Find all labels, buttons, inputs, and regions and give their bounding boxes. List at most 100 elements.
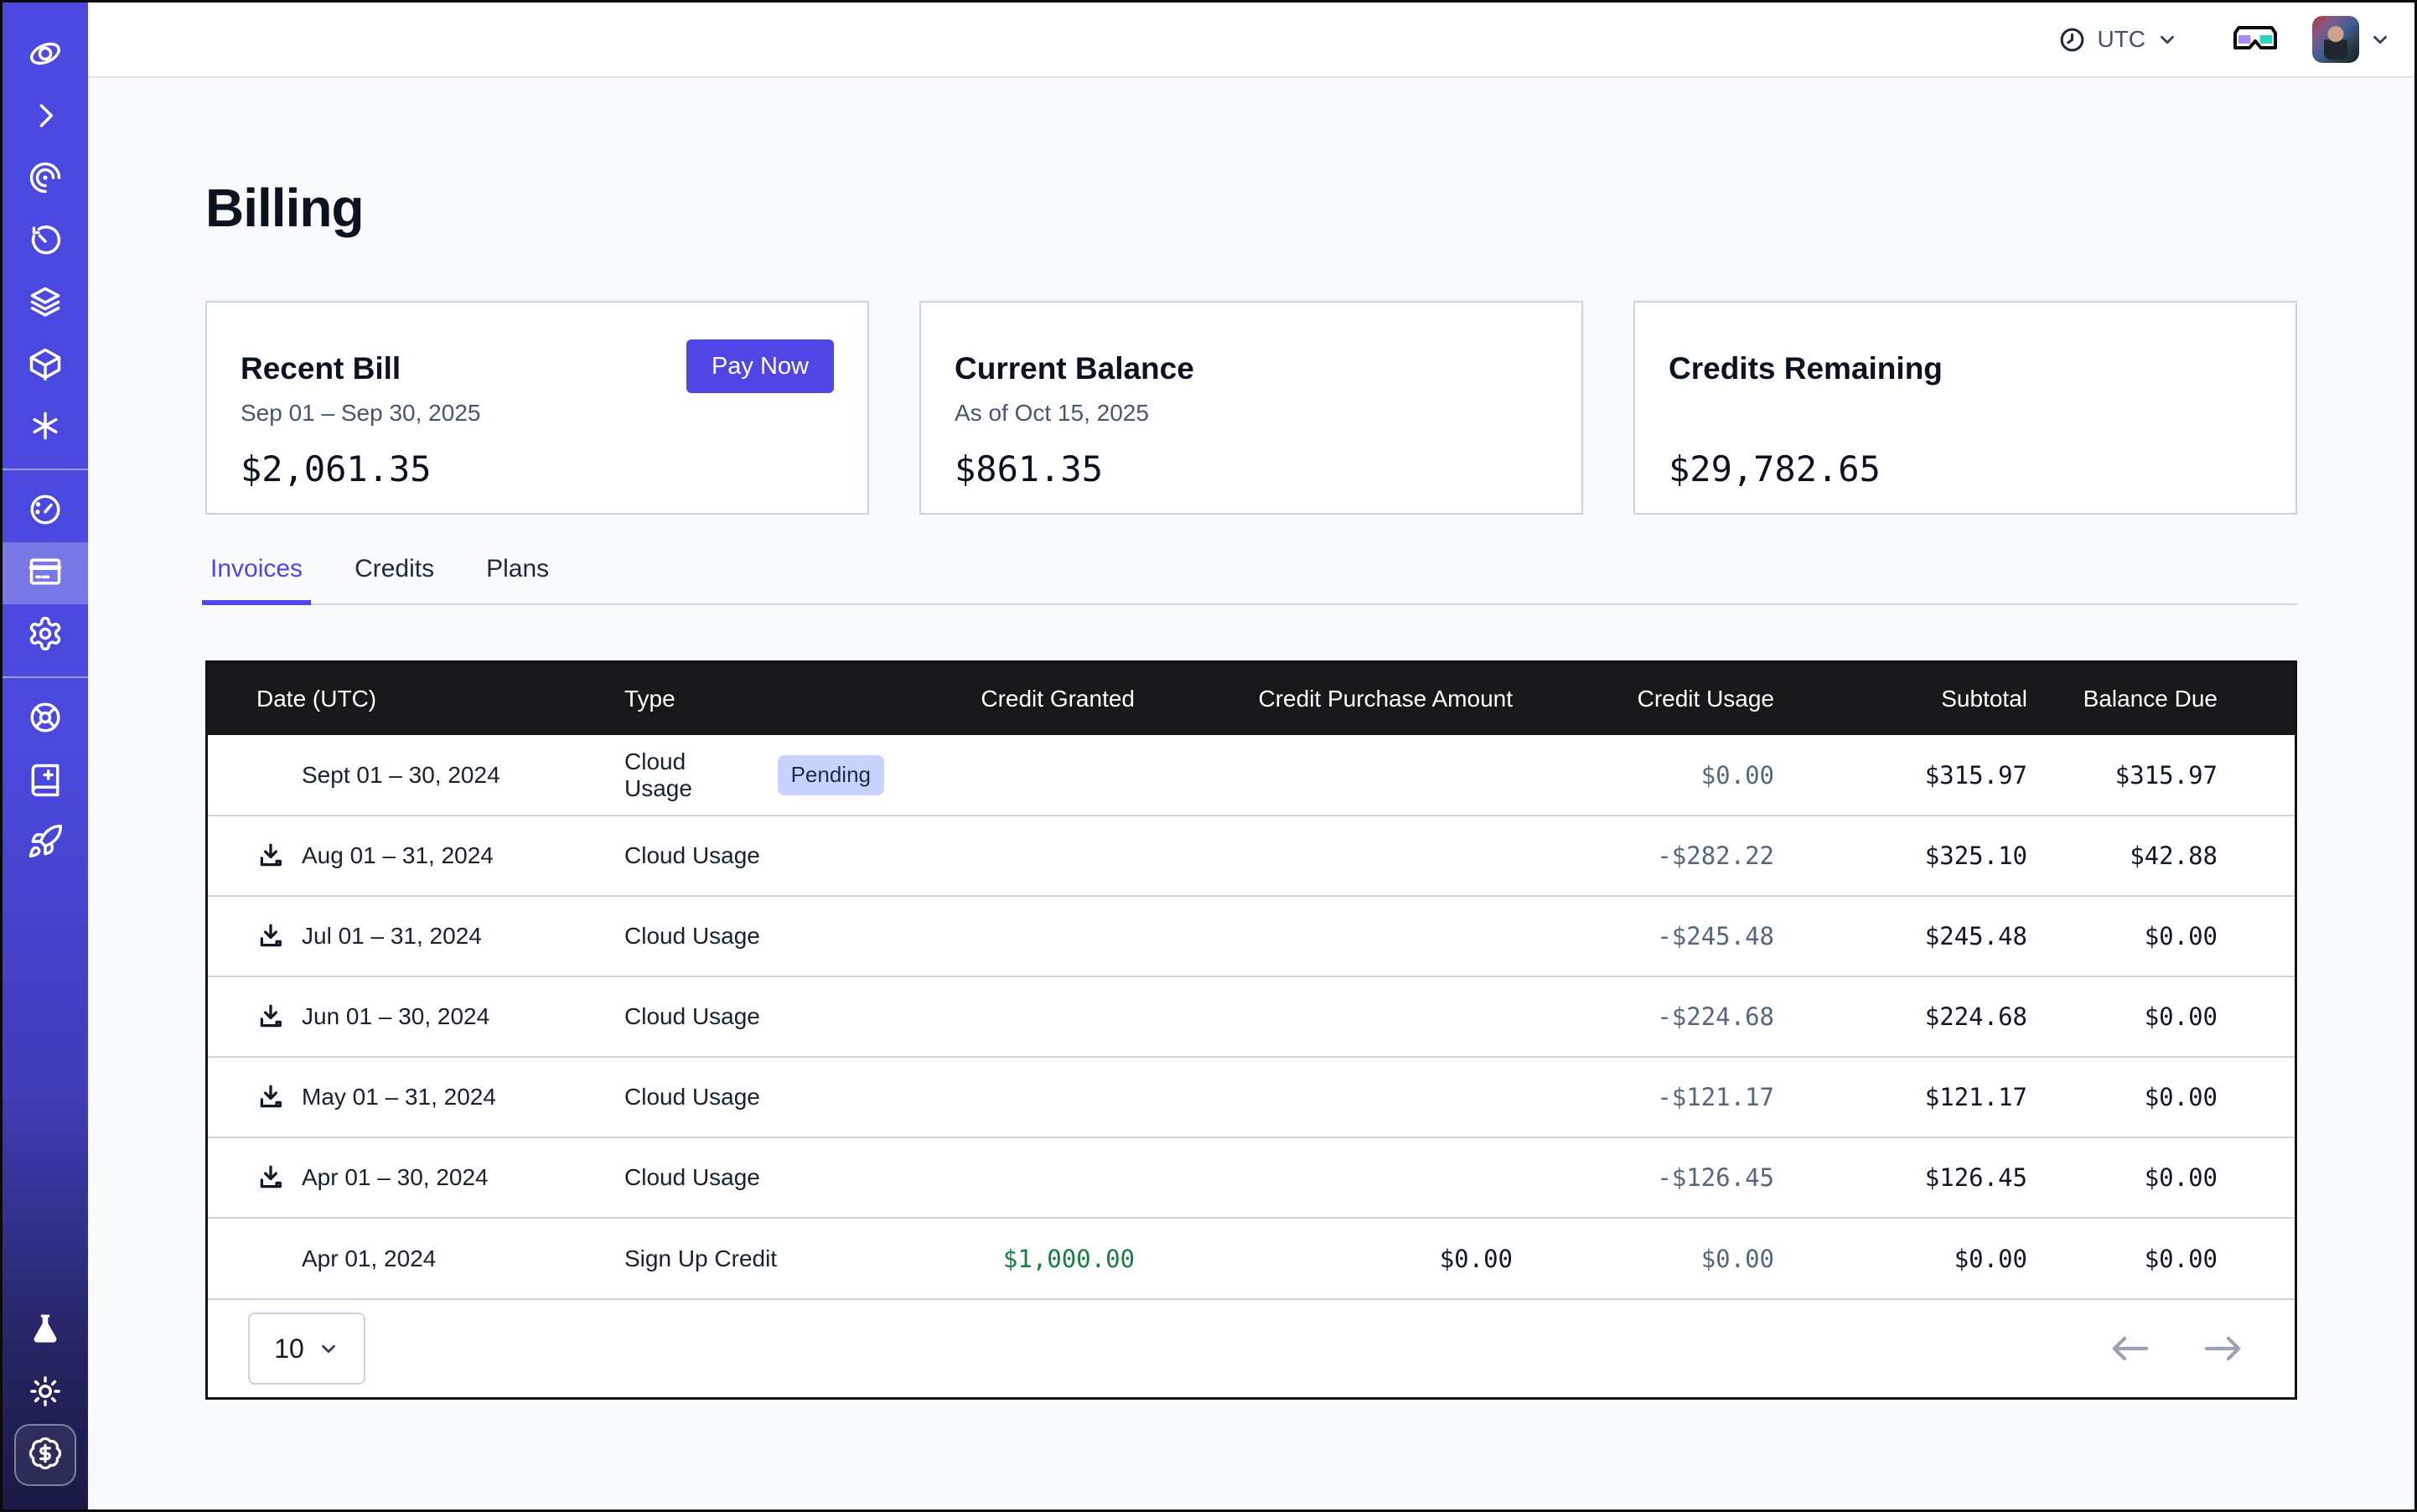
book-sparkle-icon <box>27 761 64 802</box>
invoice-type: Cloud Usage <box>624 923 760 950</box>
sidebar-item-rocket[interactable] <box>3 812 88 874</box>
card-title: Credits Remaining <box>1669 351 2262 386</box>
invoice-date: Jul 01 – 31, 2024 <box>302 923 482 950</box>
3d-glasses-icon <box>2232 23 2279 55</box>
page-title: Billing <box>205 177 2297 239</box>
sidebar-divider <box>3 676 88 678</box>
credit-purchase-value <box>1135 896 1513 976</box>
download-invoice-icon[interactable] <box>256 1163 285 1192</box>
arrow-right-icon[interactable] <box>2201 1333 2244 1364</box>
invoices-table: Date (UTC) Type Credit Granted Credit Pu… <box>205 660 2297 1400</box>
credit-granted-value <box>884 976 1135 1057</box>
col-credit-usage: Credit Usage <box>1513 663 1774 735</box>
credit-purchase-value: $0.00 <box>1135 1218 1513 1298</box>
clock-icon <box>2058 26 2086 54</box>
credit-usage-value: -$282.22 <box>1513 816 1774 896</box>
current-balance-amount: $861.35 <box>955 448 1548 489</box>
invoice-date: Apr 01 – 30, 2024 <box>302 1164 489 1191</box>
sidebar-item-asterisk[interactable] <box>3 396 88 458</box>
sidebar-item-layers[interactable] <box>3 272 88 334</box>
sidebar-item-billing[interactable] <box>3 542 88 604</box>
balance-due-value: $0.00 <box>2027 896 2295 976</box>
billing-screen: UTC Billing Recent Bill Sep 01 – Sep 30,… <box>0 0 2417 1512</box>
timezone-selector[interactable]: UTC <box>2058 26 2178 54</box>
timezone-label: UTC <box>2097 26 2145 53</box>
invoice-table-body: Sept 01 – 30, 2024 Cloud Usage Pending $… <box>208 735 2295 1298</box>
credit-granted-value <box>884 816 1135 896</box>
orbit-logo-icon <box>27 35 64 76</box>
tab-plans[interactable]: Plans <box>481 555 554 603</box>
page-size-select[interactable]: 10 <box>248 1313 365 1385</box>
credit-usage-value: -$245.48 <box>1513 896 1774 976</box>
invoice-type: Cloud Usage <box>624 1003 760 1030</box>
table-row: Aug 01 – 31, 2024 Cloud Usage -$282.22 $… <box>208 816 2295 896</box>
main-area: UTC Billing Recent Bill Sep 01 – Sep 30,… <box>88 3 2414 1509</box>
sidebar-logo[interactable] <box>3 24 88 86</box>
timer-icon <box>27 221 64 262</box>
sidebar-item-scan[interactable] <box>3 148 88 210</box>
flask-icon <box>27 1311 64 1352</box>
credit-granted-value: $1,000.00 <box>884 1218 1135 1298</box>
subtotal-value: $126.45 <box>1774 1137 2027 1218</box>
balance-due-value: $0.00 <box>2027 1137 2295 1218</box>
chevron-right-icon <box>27 97 64 138</box>
status-badge: Pending <box>778 755 884 795</box>
subtotal-value: $325.10 <box>1774 816 2027 896</box>
download-invoice-icon[interactable] <box>256 841 285 870</box>
gear-icon <box>27 615 64 656</box>
sidebar <box>3 3 88 1509</box>
sidebar-item-credits-badge[interactable] <box>14 1424 76 1486</box>
sidebar-item-usage[interactable] <box>3 480 88 542</box>
summary-cards: Recent Bill Sep 01 – Sep 30, 2025 $2,061… <box>205 301 2297 515</box>
chevron-down-icon <box>2156 28 2178 50</box>
download-invoice-icon[interactable] <box>256 1083 285 1111</box>
chevron-down-icon <box>318 1338 339 1359</box>
invoice-type: Cloud Usage <box>624 748 759 802</box>
credits-remaining-amount: $29,782.65 <box>1669 448 2262 489</box>
subtotal-value: $121.17 <box>1774 1057 2027 1137</box>
credit-usage-value: $0.00 <box>1513 1218 1774 1298</box>
view-mode-button[interactable] <box>2232 23 2279 55</box>
sidebar-item-docs[interactable] <box>3 750 88 812</box>
asterisk-icon <box>27 407 64 448</box>
card-subtitle: Sep 01 – Sep 30, 2025 <box>241 400 834 428</box>
credit-granted-value <box>884 896 1135 976</box>
balance-due-value: $42.88 <box>2027 816 2295 896</box>
sidebar-item-helm[interactable] <box>3 688 88 750</box>
credit-purchase-value <box>1135 735 1513 816</box>
col-balance-due: Balance Due <box>2027 663 2295 735</box>
credit-purchase-value <box>1135 1057 1513 1137</box>
recent-bill-amount: $2,061.35 <box>241 448 834 489</box>
col-subtotal: Subtotal <box>1774 663 2027 735</box>
download-invoice-icon[interactable] <box>256 922 285 950</box>
credit-purchase-value <box>1135 1137 1513 1218</box>
sidebar-item-theme[interactable] <box>3 1362 88 1424</box>
invoice-date: Apr 01, 2024 <box>302 1245 436 1272</box>
tab-credits[interactable]: Credits <box>349 555 439 603</box>
avatar[interactable] <box>2312 16 2359 63</box>
subtotal-value: $245.48 <box>1774 896 2027 976</box>
tab-invoices[interactable]: Invoices <box>205 555 308 603</box>
spiral-scan-icon <box>27 159 64 200</box>
sidebar-item-cube[interactable] <box>3 334 88 396</box>
recent-bill-card: Recent Bill Sep 01 – Sep 30, 2025 $2,061… <box>205 301 869 515</box>
pay-now-button[interactable]: Pay Now <box>686 339 834 393</box>
invoice-type: Cloud Usage <box>624 1084 760 1111</box>
sidebar-item-timer[interactable] <box>3 210 88 272</box>
page-size-value: 10 <box>274 1333 304 1364</box>
chevron-down-icon[interactable] <box>2369 28 2391 50</box>
sidebar-item-settings[interactable] <box>3 604 88 666</box>
invoice-date: Sept 01 – 30, 2024 <box>302 762 500 789</box>
sidebar-item-expand[interactable] <box>3 86 88 148</box>
download-invoice-icon[interactable] <box>256 1002 285 1031</box>
credit-usage-value: -$224.68 <box>1513 976 1774 1057</box>
credit-usage-value: -$126.45 <box>1513 1137 1774 1218</box>
credit-purchase-value <box>1135 816 1513 896</box>
dollar-badge-icon <box>28 1436 63 1475</box>
subtotal-value: $315.97 <box>1774 735 2027 816</box>
sidebar-item-labs[interactable] <box>3 1300 88 1362</box>
table-row: Apr 01 – 30, 2024 Cloud Usage -$126.45 $… <box>208 1137 2295 1218</box>
col-credit-purchase-amount: Credit Purchase Amount <box>1135 663 1513 735</box>
layers-icon <box>27 283 64 324</box>
arrow-left-icon[interactable] <box>2109 1333 2152 1364</box>
